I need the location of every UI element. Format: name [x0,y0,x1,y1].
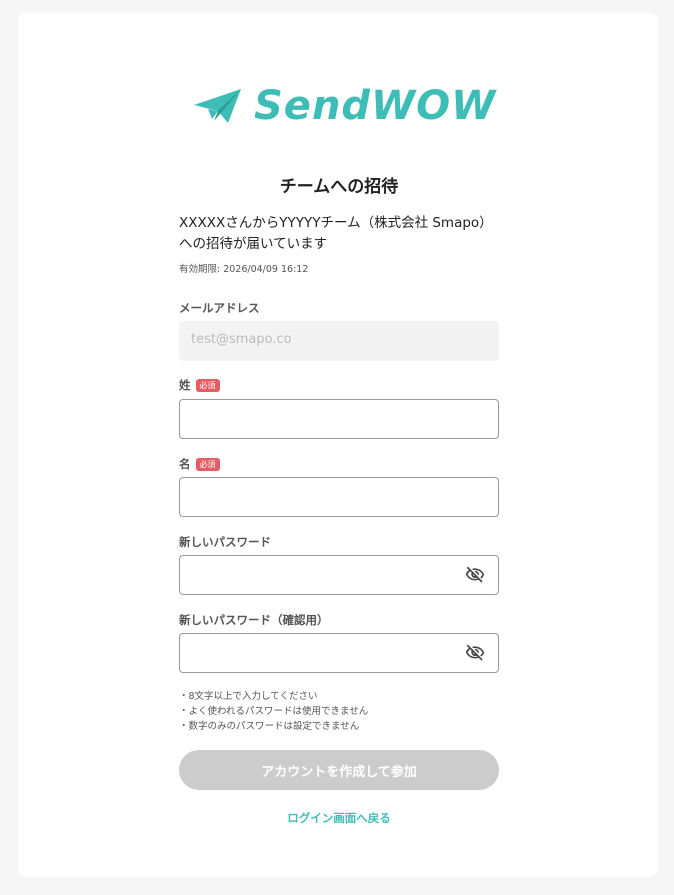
paper-plane-icon [194,89,241,123]
email-field: test@smapo.co [179,321,499,361]
back-to-login-link[interactable]: ログイン画面へ戻る [179,810,499,826]
password-confirm-label: 新しいパスワード（確認用） [179,613,329,627]
expiry-date: 有効期限: 2026/04/09 16:12 [179,264,309,275]
last-name-input[interactable] [179,399,499,439]
email-value: test@smapo.co [191,332,292,347]
first-name-input[interactable] [179,477,499,517]
last-name-label: 姓 必須 [179,377,220,393]
password-input[interactable] [179,555,499,595]
password-rules: ・8文字以上で入力してください ・よく使われるパスワードは使用できません ・数字… [179,689,368,734]
first-name-label: 名 必須 [179,456,220,472]
create-account-button[interactable]: アカウントを作成して参加 [179,750,499,790]
invite-message: XXXXXさんからYYYYYチーム（株式会社 Smapo）への招待が届いています [179,215,493,252]
eye-off-icon[interactable] [464,565,486,585]
brand-name: SendWOW [254,83,497,129]
password-rule: ・8文字以上で入力してください [179,691,318,702]
password-label: 新しいパスワード [179,535,271,549]
invite-card: SendWOW チームへの招待 XXXXXさんからYYYYYチーム（株式会社 S… [18,13,658,877]
required-badge: 必須 [195,378,220,392]
email-label: メールアドレス [179,301,260,315]
sendwow-logo: SendWOW [194,83,496,129]
password-rule: ・よく使われるパスワードは使用できません [179,706,369,717]
eye-off-icon[interactable] [464,643,486,663]
password-confirm-input[interactable] [179,633,499,673]
password-rule: ・数字のみのパスワードは設定できません [179,721,360,732]
page-title: チームへの招待 [279,177,399,197]
required-badge: 必須 [195,457,220,471]
